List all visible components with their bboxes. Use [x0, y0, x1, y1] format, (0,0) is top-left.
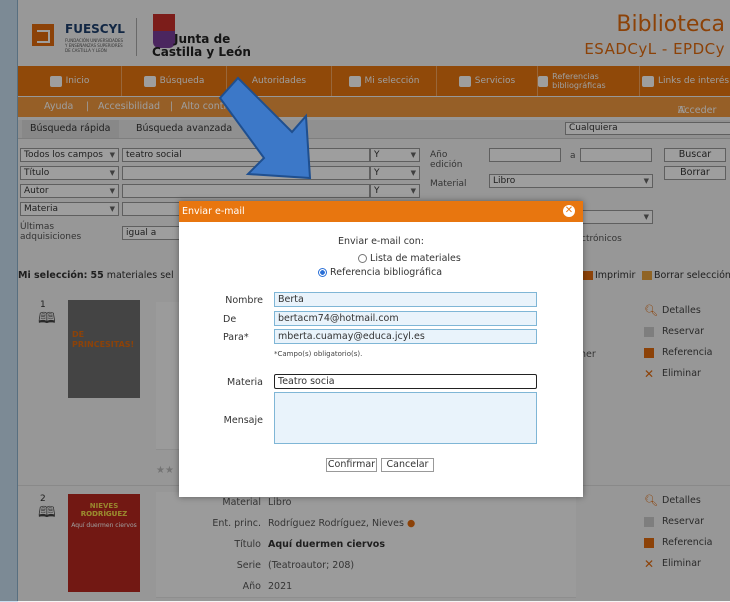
- radio-icon: [358, 254, 367, 263]
- option-ref-label: Referencia bibliográfica: [330, 267, 443, 278]
- send-with-label: Enviar e-mail con:: [338, 236, 424, 247]
- option-ref-radio[interactable]: Referencia bibliográfica: [318, 267, 518, 278]
- required-note: *Campo(s) obligatorio(s).: [274, 350, 363, 358]
- dialog-titlebar: Enviar e-mail ✕: [179, 201, 583, 222]
- subject-label: Materia: [227, 377, 263, 388]
- subject-field[interactable]: Teatro socia: [274, 374, 537, 389]
- cancel-button[interactable]: Cancelar: [381, 458, 434, 472]
- option-list-radio[interactable]: Lista de materiales: [318, 253, 518, 264]
- to-field[interactable]: mberta.cuamay@educa.jcyl.es: [274, 329, 537, 344]
- close-icon[interactable]: ✕: [563, 205, 575, 217]
- radio-checked-icon: [318, 268, 327, 277]
- option-list-label: Lista de materiales: [370, 253, 461, 264]
- email-dialog: Enviar e-mail ✕ Enviar e-mail con: Lista…: [179, 201, 583, 497]
- name-label: Nombre: [225, 295, 263, 306]
- confirm-button[interactable]: Confirmar: [326, 458, 377, 472]
- name-field[interactable]: Berta: [274, 292, 537, 307]
- message-label: Mensaje: [223, 415, 263, 426]
- dialog-title: Enviar e-mail: [182, 206, 245, 217]
- annotation-arrow-icon: [218, 76, 312, 180]
- message-textarea[interactable]: [274, 392, 537, 444]
- from-field[interactable]: bertacm74@hotmail.com: [274, 311, 537, 326]
